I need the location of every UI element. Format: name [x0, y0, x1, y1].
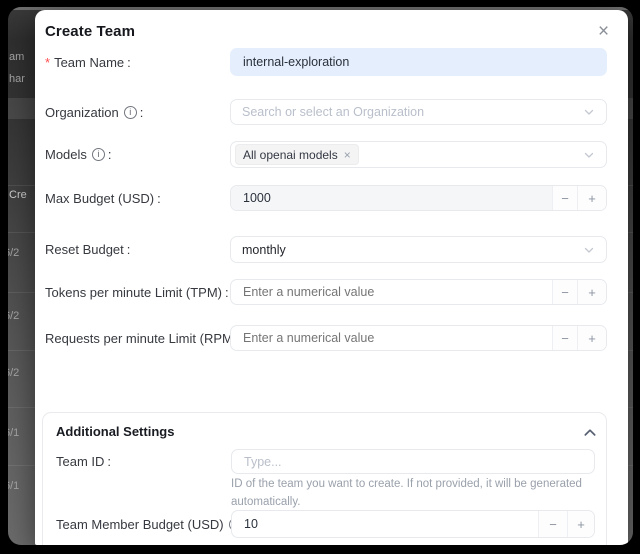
rpm-decrement-button[interactable]: −	[552, 326, 577, 350]
label-colon: :	[107, 454, 111, 469]
chevron-down-icon	[583, 244, 595, 256]
dimmed-background: am har Cre 6/2 6/2 6/2 6/1 6/1 Create Te…	[8, 7, 633, 545]
organization-select[interactable]	[230, 99, 607, 125]
max-budget-input[interactable]	[231, 186, 552, 210]
team-name-input[interactable]	[230, 48, 607, 76]
backdrop-text-fragment: 6/2	[8, 310, 19, 322]
label-colon: :	[140, 105, 144, 120]
plus-icon: +	[588, 191, 596, 206]
required-mark: *	[45, 55, 50, 70]
team-member-budget-input[interactable]	[232, 511, 538, 537]
chevron-down-icon	[583, 106, 595, 118]
member-budget-decrement-button[interactable]: −	[538, 511, 567, 537]
team-id-label: Team ID :	[56, 449, 111, 474]
rpm-limit-input[interactable]	[231, 326, 552, 350]
label-colon: :	[127, 55, 131, 70]
backdrop-text-fragment: 6/1	[8, 480, 19, 492]
label-text: Models	[45, 147, 87, 162]
rpm-increment-button[interactable]: +	[577, 326, 606, 350]
tag-text: All openai models	[243, 148, 338, 162]
backdrop-text-fragment: Cre	[9, 189, 27, 201]
selected-model-tag: All openai models ×	[235, 144, 359, 165]
tpm-limit-input[interactable]	[231, 280, 552, 304]
info-icon[interactable]: i	[124, 106, 137, 119]
team-id-input[interactable]	[231, 449, 595, 474]
label-text: Organization	[45, 105, 119, 120]
minus-icon: −	[549, 517, 557, 532]
plus-icon: +	[588, 285, 596, 300]
chevron-down-icon	[583, 149, 595, 161]
additional-settings-title: Additional Settings	[56, 424, 174, 439]
create-team-modal: Create Team × * Team Name : Organization…	[35, 10, 628, 545]
organization-label: Organization i :	[45, 99, 143, 125]
info-icon[interactable]: i	[92, 148, 105, 161]
reset-budget-value: monthly	[242, 243, 583, 257]
rpm-limit-label: Requests per minute Limit (RPM) :	[45, 325, 244, 351]
max-budget-label: Max Budget (USD) :	[45, 185, 161, 211]
label-colon: :	[108, 147, 112, 162]
backdrop-text-fragment: har	[9, 73, 25, 85]
member-budget-increment-button[interactable]: +	[567, 511, 594, 537]
additional-settings-panel: Additional Settings Team ID : ID of the …	[42, 412, 607, 545]
models-select[interactable]: All openai models ×	[230, 141, 607, 168]
backdrop-text-fragment: 6/2	[8, 247, 19, 259]
label-text: Max Budget (USD)	[45, 191, 154, 206]
plus-icon: +	[588, 331, 596, 346]
max-budget-increment-button[interactable]: +	[577, 186, 606, 210]
label-text: Tokens per minute Limit (TPM)	[45, 285, 222, 300]
close-icon[interactable]: ×	[591, 19, 616, 44]
models-label: Models i :	[45, 141, 112, 168]
reset-budget-select[interactable]: monthly	[230, 236, 607, 263]
label-text: Reset Budget	[45, 242, 124, 257]
max-budget-decrement-button[interactable]: −	[552, 186, 577, 210]
max-budget-field: − +	[230, 185, 607, 211]
minus-icon: −	[561, 331, 569, 346]
team-member-budget-field: − +	[231, 510, 595, 538]
plus-icon: +	[577, 517, 585, 532]
modal-title: Create Team	[45, 23, 135, 40]
label-colon: :	[225, 285, 229, 300]
remove-tag-icon[interactable]: ×	[344, 149, 351, 161]
reset-budget-label: Reset Budget :	[45, 236, 130, 263]
tpm-limit-label: Tokens per minute Limit (TPM) :	[45, 279, 229, 305]
rpm-limit-field: − +	[230, 325, 607, 351]
label-colon: :	[157, 191, 161, 206]
minus-icon: −	[561, 285, 569, 300]
backdrop-text-fragment: am	[9, 51, 24, 63]
team-name-field	[230, 48, 607, 76]
label-text: Requests per minute Limit (RPM)	[45, 331, 237, 346]
team-member-budget-label: Team Member Budget (USD) ? :	[56, 510, 248, 538]
team-id-field	[231, 449, 595, 474]
chevron-up-icon[interactable]	[583, 426, 597, 438]
backdrop-text-fragment: 6/1	[8, 427, 19, 439]
team-name-label: * Team Name :	[45, 48, 131, 76]
tpm-limit-field: − +	[230, 279, 607, 305]
label-text: Team Member Budget (USD)	[56, 517, 224, 532]
tpm-decrement-button[interactable]: −	[552, 280, 577, 304]
label-text: Team Name	[54, 55, 124, 70]
organization-search-input[interactable]	[242, 105, 583, 119]
label-colon: :	[127, 242, 131, 257]
minus-icon: −	[561, 191, 569, 206]
label-text: Team ID	[56, 454, 104, 469]
team-id-help-text: ID of the team you want to create. If no…	[231, 475, 601, 512]
tpm-increment-button[interactable]: +	[577, 280, 606, 304]
backdrop-text-fragment: 6/2	[8, 367, 19, 379]
